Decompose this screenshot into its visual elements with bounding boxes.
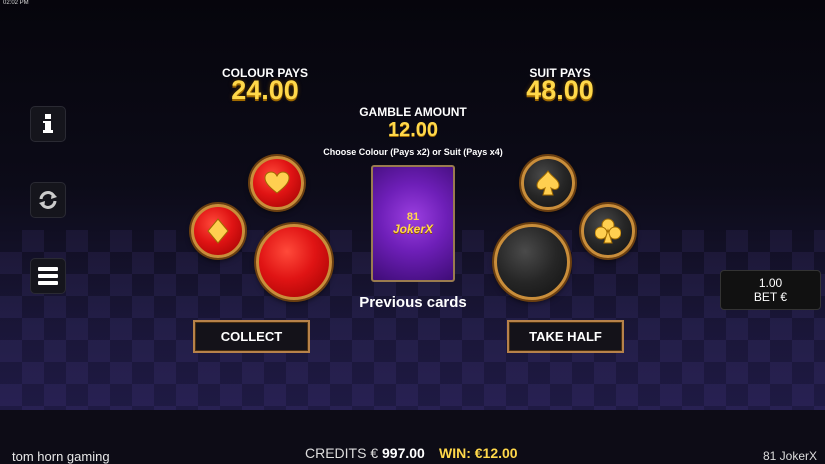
previous-cards-label: Previous cards bbox=[359, 294, 467, 311]
menu-button[interactable] bbox=[30, 258, 66, 294]
clubs-button[interactable] bbox=[581, 204, 635, 258]
autoplay-button[interactable] bbox=[30, 182, 66, 218]
spades-button[interactable] bbox=[521, 156, 575, 210]
bet-value: 1.00 bbox=[758, 276, 783, 290]
bet-selector[interactable]: 1.00 BET € bbox=[720, 270, 821, 310]
diamonds-button[interactable] bbox=[191, 204, 245, 258]
brand-name: tom horn gaming bbox=[12, 449, 110, 464]
black-colour-button[interactable] bbox=[494, 224, 570, 300]
info-icon bbox=[43, 114, 53, 133]
status-clock: 02:02 PM bbox=[3, 0, 29, 6]
credits-label: CREDITS € bbox=[305, 445, 379, 461]
collect-button[interactable]: COLLECT bbox=[193, 320, 310, 353]
card-logo-text: JokerX bbox=[392, 222, 434, 236]
club-icon bbox=[595, 218, 621, 244]
info-button[interactable] bbox=[30, 106, 66, 142]
gamble-amount-label: GAMBLE AMOUNT bbox=[359, 105, 467, 119]
diamond-icon bbox=[207, 218, 229, 244]
credits-value: 997.00 bbox=[382, 445, 425, 461]
bet-label: BET € bbox=[753, 290, 788, 304]
gamble-instruction: Choose Colour (Pays x2) or Suit (Pays x4… bbox=[323, 147, 503, 157]
credits-display: CREDITS € 997.00 bbox=[305, 445, 425, 461]
spade-icon bbox=[536, 170, 560, 196]
menu-icon bbox=[38, 267, 58, 285]
suit-pays-value: 48.00 bbox=[526, 75, 594, 105]
gamble-card: 81 JokerX bbox=[371, 165, 455, 282]
colour-pays-value: 24.00 bbox=[231, 75, 299, 105]
gamble-amount-value: 12.00 bbox=[387, 119, 439, 141]
autoplay-icon bbox=[39, 191, 57, 209]
win-display: WIN: €12.00 bbox=[439, 445, 518, 461]
red-colour-button[interactable] bbox=[256, 224, 332, 300]
hearts-button[interactable] bbox=[250, 156, 304, 210]
take-half-button[interactable]: TAKE HALF bbox=[507, 320, 624, 353]
game-name: 81 JokerX bbox=[763, 449, 818, 463]
heart-icon bbox=[264, 171, 290, 194]
